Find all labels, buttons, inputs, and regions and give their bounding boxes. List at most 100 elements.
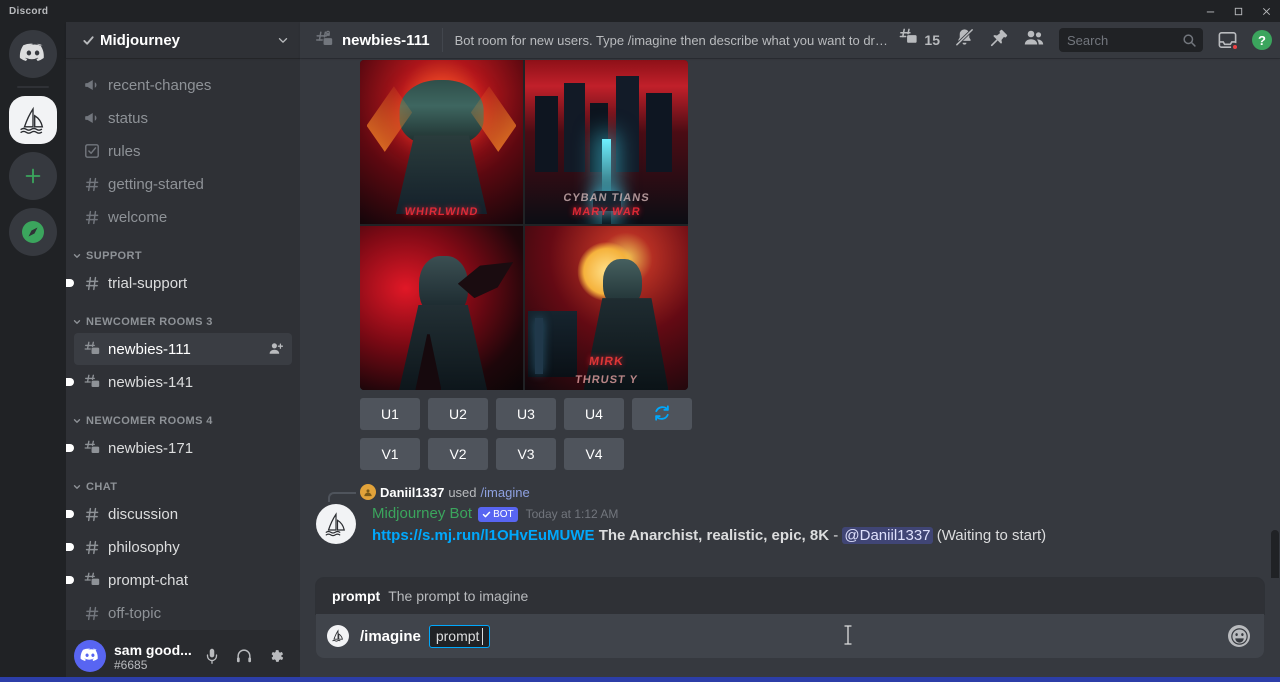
- upscale-u3-button[interactable]: U3: [496, 398, 556, 430]
- sidebar-item-trial-support[interactable]: trial-support: [74, 267, 292, 299]
- chevron-down-icon[interactable]: [276, 33, 290, 47]
- channel-category-support[interactable]: SUPPORT: [66, 234, 300, 266]
- autocomplete-row[interactable]: prompt The prompt to imagine: [316, 586, 1264, 606]
- composer-command-avatar[interactable]: [316, 625, 360, 647]
- pinned-messages-button[interactable]: [989, 28, 1009, 53]
- channel-category-newcomer-rooms-4[interactable]: NEWCOMER ROOMS 4: [66, 399, 300, 431]
- sidebar-item-label: discussion: [108, 506, 178, 523]
- hash-icon: [82, 504, 102, 524]
- midjourney-grid-image[interactable]: WHIRLWIND CYBAN TIANS: [360, 60, 688, 390]
- explore-servers-button[interactable]: [9, 208, 57, 256]
- unread-indicator: [66, 576, 74, 584]
- verified-check-icon: [482, 510, 491, 519]
- discord-home-icon[interactable]: [9, 30, 57, 78]
- pin-icon: [989, 28, 1009, 53]
- sidebar-item-newbies-171[interactable]: newbies-171: [74, 432, 292, 464]
- message-author-label[interactable]: Midjourney Bot: [372, 504, 472, 524]
- variation-v1-button[interactable]: V1: [360, 438, 420, 470]
- member-list-button[interactable]: [1023, 27, 1045, 54]
- grid-image-4[interactable]: MIRK THRUST Y: [525, 226, 688, 390]
- channel-category-newcomer-rooms-3[interactable]: NEWCOMER ROOMS 3: [66, 300, 300, 332]
- reroll-button[interactable]: [632, 398, 692, 430]
- plus-icon[interactable]: [9, 152, 57, 200]
- channel-list[interactable]: recent-changes status rules: [66, 58, 300, 630]
- composer-arg-chip[interactable]: prompt: [429, 625, 491, 648]
- message-list[interactable]: WHIRLWIND CYBAN TIANS: [300, 58, 1280, 578]
- server-item-home[interactable]: [9, 30, 57, 78]
- window-controls: [1196, 0, 1280, 22]
- add-member-icon[interactable]: [268, 341, 284, 357]
- text-caret: [482, 628, 483, 645]
- sidebar-item-newbies-141[interactable]: newbies-141: [74, 366, 292, 398]
- channel-category-chat[interactable]: CHAT: [66, 465, 300, 497]
- sidebar-item-recent-changes[interactable]: recent-changes: [74, 69, 292, 101]
- avatar[interactable]: [360, 484, 376, 500]
- composer-area: prompt The prompt to imagine: [300, 578, 1280, 682]
- headset-icon[interactable]: [228, 640, 260, 672]
- upscale-u1-button[interactable]: U1: [360, 398, 420, 430]
- channel-topic-label[interactable]: Bot room for new users. Type /imagine th…: [455, 33, 889, 48]
- variation-v4-button[interactable]: V4: [564, 438, 624, 470]
- sidebar-item-prompt-chat[interactable]: prompt-chat: [74, 564, 292, 596]
- sidebar-item-label: getting-started: [108, 176, 204, 193]
- hash-icon: [82, 603, 102, 623]
- avatar[interactable]: [316, 504, 356, 544]
- command-verb-label: used: [448, 485, 476, 500]
- minimize-icon[interactable]: [1196, 0, 1224, 22]
- inbox-icon[interactable]: [1217, 30, 1238, 51]
- microphone-icon[interactable]: [196, 640, 228, 672]
- sidebar-item-welcome[interactable]: welcome: [74, 201, 292, 233]
- server-item-midjourney[interactable]: [9, 96, 57, 144]
- upscale-u2-button[interactable]: U2: [428, 398, 488, 430]
- command-name-label[interactable]: /imagine: [481, 485, 530, 500]
- message-scrollbar[interactable]: [1271, 58, 1279, 578]
- sidebar-item-status[interactable]: status: [74, 102, 292, 134]
- sidebar-item-label: prompt-chat: [108, 572, 188, 589]
- help-question-icon[interactable]: ?: [1252, 30, 1272, 50]
- user-mention[interactable]: @Daniil1337: [842, 527, 932, 544]
- upscale-u4-button[interactable]: U4: [564, 398, 624, 430]
- hash-thread-icon: [82, 339, 102, 359]
- maximize-icon[interactable]: [1224, 0, 1252, 22]
- message-link[interactable]: https://s.mj.run/l1OHvEuMUWE: [372, 527, 595, 544]
- chevron-down-icon: [72, 317, 84, 327]
- sidebar-item-getting-started[interactable]: getting-started: [74, 168, 292, 200]
- sidebar-item-rules[interactable]: rules: [74, 135, 292, 167]
- variation-v2-button[interactable]: V2: [428, 438, 488, 470]
- close-icon[interactable]: [1252, 0, 1280, 22]
- sidebar-item-philosophy[interactable]: philosophy: [74, 531, 292, 563]
- notification-settings-button[interactable]: [954, 27, 975, 53]
- add-server-button[interactable]: [9, 152, 57, 200]
- message-dash: -: [833, 527, 838, 544]
- mouse-text-cursor: [843, 624, 853, 651]
- reply-spine: [328, 492, 356, 502]
- midjourney-sailboat-icon[interactable]: [9, 96, 57, 144]
- sidebar-item-off-topic[interactable]: off-topic: [74, 597, 292, 629]
- message-prompt-text: The Anarchist, realistic, epic, 8K: [599, 527, 829, 544]
- sidebar-item-label: newbies-171: [108, 440, 193, 457]
- emoji-icon[interactable]: [1228, 625, 1250, 647]
- grid-image-1[interactable]: WHIRLWIND: [360, 60, 523, 224]
- message-composer[interactable]: /imagine prompt: [316, 614, 1264, 658]
- composer-command-label: /imagine: [360, 628, 421, 645]
- search-placeholder-label: Search: [1067, 33, 1182, 48]
- compass-icon[interactable]: [9, 208, 57, 256]
- gear-icon[interactable]: [260, 640, 292, 672]
- hash-icon: [82, 174, 102, 194]
- grid-image-3[interactable]: [360, 226, 523, 390]
- server-header[interactable]: Midjourney: [66, 22, 300, 58]
- message-scroll-container: WHIRLWIND CYBAN TIANS: [300, 58, 1280, 578]
- chevron-down-icon: [72, 251, 84, 261]
- search-input[interactable]: Search: [1059, 28, 1203, 52]
- grid-image-2[interactable]: CYBAN TIANS MARY WAR: [525, 60, 688, 224]
- sidebar-item-discussion[interactable]: discussion: [74, 498, 292, 530]
- user-identity[interactable]: sam good... #6685: [114, 641, 196, 672]
- command-author-label[interactable]: Daniil1337: [380, 485, 444, 500]
- scrollbar-thumb[interactable]: [1271, 530, 1279, 578]
- message-timestamp: Today at 1:12 AM: [526, 504, 619, 524]
- variation-v3-button[interactable]: V3: [496, 438, 556, 470]
- avatar[interactable]: [74, 640, 106, 672]
- hash-thread-icon: [82, 372, 102, 392]
- sidebar-item-newbies-111[interactable]: newbies-111: [74, 333, 292, 365]
- threads-button[interactable]: 15: [898, 27, 940, 53]
